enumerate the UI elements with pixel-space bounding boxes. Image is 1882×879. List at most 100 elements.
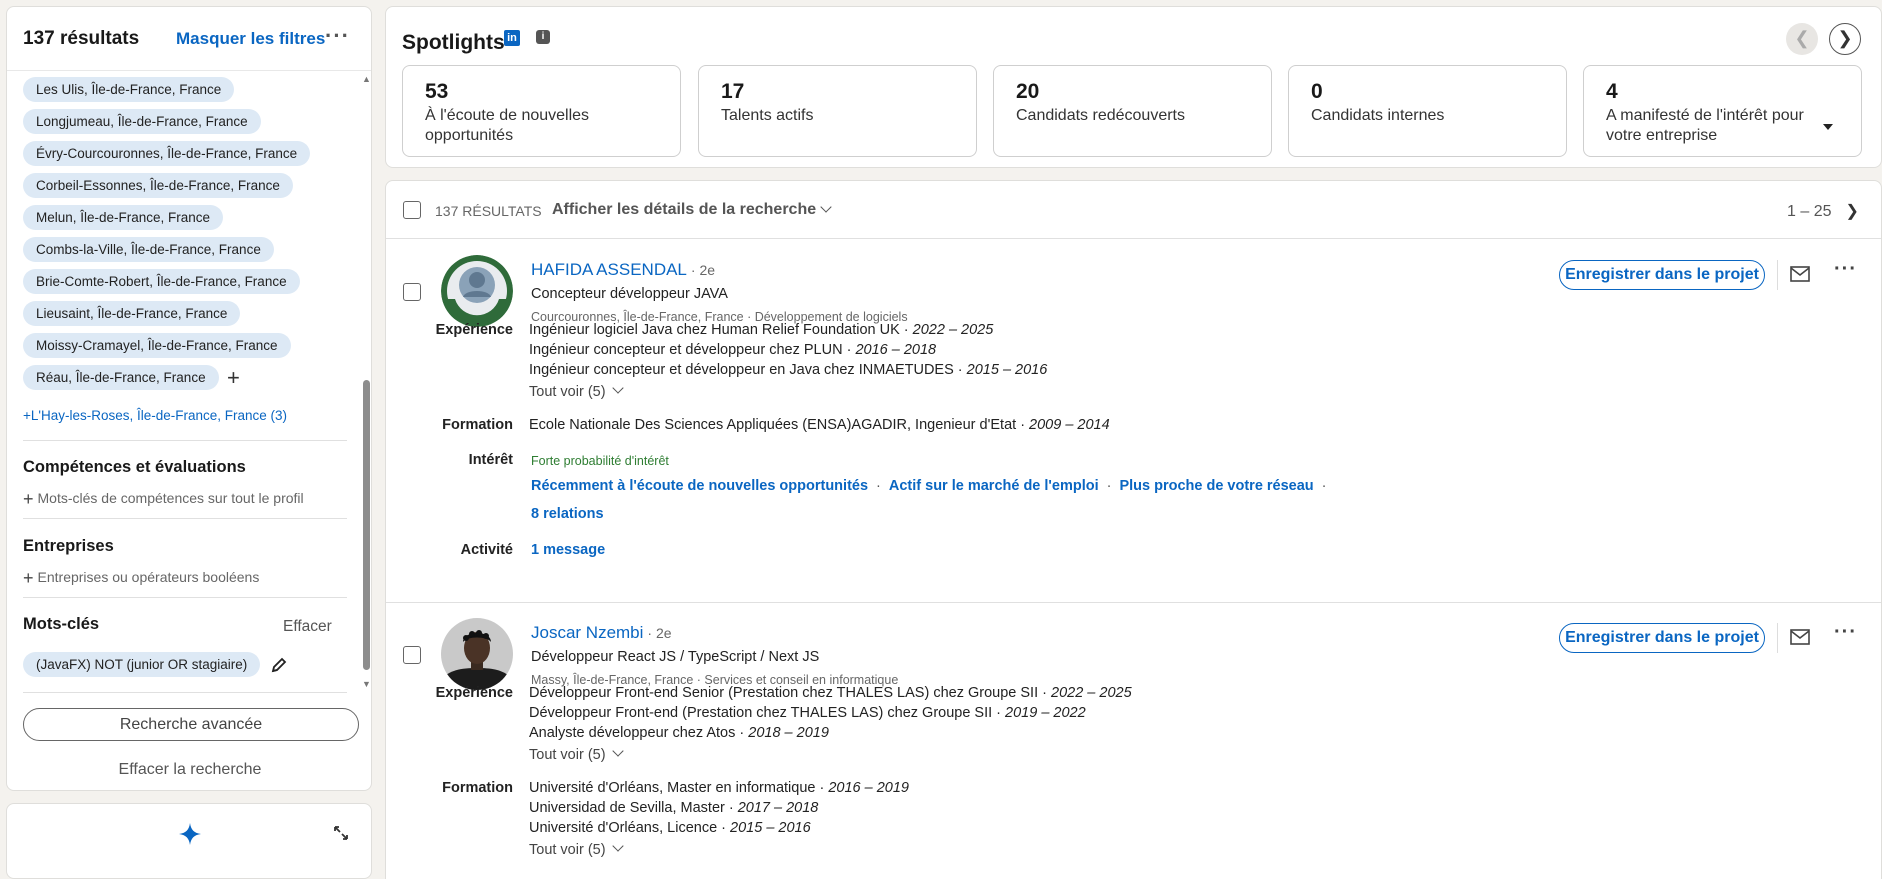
divider bbox=[23, 440, 347, 441]
spotlights-prev-button[interactable]: ❮ bbox=[1786, 23, 1818, 55]
avatar[interactable] bbox=[441, 255, 513, 327]
candidate-headline: Concepteur développeur JAVA bbox=[531, 286, 728, 302]
scroll-down-arrow-icon[interactable]: ▼ bbox=[362, 679, 371, 689]
candidate-name-text: HAFIDA ASSENDAL bbox=[531, 260, 687, 279]
location-pill[interactable]: Moissy-Cramayel, Île-de-France, France bbox=[23, 333, 291, 358]
avatar[interactable] bbox=[441, 618, 513, 690]
expand-icon[interactable] bbox=[333, 825, 349, 846]
ai-sparkle-icon[interactable] bbox=[179, 823, 201, 850]
education-text: Université d'Orléans, Master en informat… bbox=[529, 780, 829, 796]
caret-down-icon[interactable] bbox=[1823, 124, 1833, 130]
see-all-education-button[interactable]: Tout voir (5) bbox=[529, 840, 624, 858]
mail-icon[interactable] bbox=[1790, 629, 1810, 650]
candidate-more-menu[interactable]: ··· bbox=[1834, 621, 1857, 644]
education-years: 2016 – 2019 bbox=[828, 780, 909, 796]
connection-degree: · 2e bbox=[647, 625, 672, 641]
select-all-checkbox[interactable] bbox=[403, 201, 421, 219]
spotlight-card[interactable]: 17 Talents actifs bbox=[698, 65, 977, 157]
plus-icon: + bbox=[23, 489, 34, 509]
relations-link[interactable]: 8 relations bbox=[531, 506, 604, 522]
companies-add-field[interactable]: + Entreprises ou opérateurs booléens bbox=[23, 568, 259, 589]
candidate-name[interactable]: Joscar Nzembi · 2e bbox=[531, 623, 672, 643]
location-pill[interactable]: Combs-la-Ville, Île-de-France, France bbox=[23, 237, 274, 262]
more-locations-link[interactable]: +L'Hay-les-Roses, Île-de-France, France … bbox=[23, 408, 287, 423]
filters-more-menu[interactable]: ··· bbox=[325, 23, 350, 49]
divider bbox=[23, 597, 347, 598]
candidate-checkbox[interactable] bbox=[403, 283, 421, 301]
save-to-project-button[interactable]: Enregistrer dans le projet bbox=[1559, 623, 1765, 653]
experience-years: 2022 – 2025 bbox=[1051, 685, 1132, 701]
spotlight-card[interactable]: 4 A manifesté de l'intérêt pour votre en… bbox=[1583, 65, 1862, 157]
interest-label: Intérêt bbox=[468, 452, 513, 468]
pager: 1 – 25 ❯ bbox=[1787, 201, 1859, 221]
hide-filters-link[interactable]: Masquer les filtres bbox=[176, 29, 325, 49]
chevron-down-icon bbox=[820, 201, 832, 213]
spotlights-title: Spotlights bbox=[402, 31, 505, 54]
candidate-name[interactable]: HAFIDA ASSENDAL · 2e bbox=[531, 260, 715, 280]
interest-level: Forte probabilité d'intérêt bbox=[531, 454, 669, 468]
location-pill[interactable]: Melun, Île-de-France, France bbox=[23, 205, 224, 230]
candidate-card: HAFIDA ASSENDAL · 2e Concepteur développe… bbox=[386, 240, 1881, 602]
education-text: Université d'Orléans, Licence · bbox=[529, 820, 731, 836]
spotlight-count: 20 bbox=[1016, 80, 1040, 103]
education-years: 2017 – 2018 bbox=[737, 800, 819, 816]
experience-years: 2015 – 2016 bbox=[966, 362, 1048, 378]
add-location-plus-icon[interactable]: + bbox=[227, 367, 240, 389]
experience-line: Analyste développeur chez Atos · 2018 – … bbox=[529, 725, 829, 741]
keywords-section-title: Mots-clés bbox=[23, 615, 100, 633]
linkedin-logo-icon: in bbox=[504, 30, 520, 46]
location-pill[interactable]: Corbeil-Essonnes, Île-de-France, France bbox=[23, 173, 293, 198]
skills-add-field[interactable]: + Mots-clés de compétences sur tout le pr… bbox=[23, 489, 304, 510]
activity-label: Activité bbox=[460, 542, 513, 558]
interest-link[interactable]: Actif sur le marché de l'emploi bbox=[889, 478, 1099, 494]
experience-years: 2018 – 2019 bbox=[748, 725, 829, 741]
see-all-experience-button[interactable]: Tout voir (5) bbox=[529, 745, 624, 763]
filters-scrollbar[interactable]: ▲ ▼ bbox=[360, 72, 372, 694]
pager-next-button[interactable]: ❯ bbox=[1845, 203, 1858, 220]
connection-degree: · 2e bbox=[690, 262, 716, 278]
divider bbox=[1777, 260, 1778, 290]
location-pill[interactable]: Les Ulis, Île-de-France, France bbox=[23, 77, 235, 102]
results-panel: 137 RÉSULTATS Afficher les détails de la… bbox=[385, 180, 1882, 879]
edit-pencil-icon[interactable] bbox=[270, 656, 288, 674]
advanced-search-button[interactable]: Recherche avancée bbox=[23, 708, 359, 741]
scroll-up-arrow-icon[interactable]: ▲ bbox=[362, 74, 371, 84]
spotlights-next-button[interactable]: ❯ bbox=[1829, 23, 1861, 55]
spotlight-label: Talents actifs bbox=[721, 107, 814, 124]
candidate-headline: Développeur React JS / TypeScript / Next… bbox=[531, 649, 820, 665]
experience-text: Ingénieur concepteur et développeur en J… bbox=[529, 362, 967, 378]
spotlight-card[interactable]: 20 Candidats redécouverts bbox=[993, 65, 1272, 157]
divider bbox=[1777, 623, 1778, 653]
interest-link[interactable]: Plus proche de votre réseau bbox=[1119, 478, 1313, 494]
location-pill[interactable]: Lieusaint, Île-de-France, France bbox=[23, 301, 241, 326]
location-pill[interactable]: Évry-Courcouronnes, Île-de-France, Franc… bbox=[23, 141, 311, 166]
spotlight-card[interactable]: 53 À l'écoute de nouvelles opportunités bbox=[402, 65, 681, 157]
scrollbar-thumb[interactable] bbox=[363, 380, 370, 670]
experience-text: Développeur Front-end (Prestation chez T… bbox=[529, 705, 1006, 721]
save-to-project-button[interactable]: Enregistrer dans le projet bbox=[1559, 260, 1765, 290]
spotlight-card[interactable]: 0 Candidats internes bbox=[1288, 65, 1567, 157]
see-all-experience-button[interactable]: Tout voir (5) bbox=[529, 382, 624, 400]
experience-label: Expérience bbox=[435, 685, 513, 701]
education-text: Universidad de Sevilla, Master · bbox=[529, 800, 738, 816]
candidate-more-menu[interactable]: ··· bbox=[1834, 258, 1857, 281]
result-count: 137 résultats bbox=[23, 27, 140, 49]
experience-years: 2022 – 2025 bbox=[912, 322, 994, 338]
spotlight-count: 53 bbox=[425, 80, 449, 103]
location-pill[interactable]: Réau, Île-de-France, France bbox=[23, 365, 219, 390]
candidate-checkbox[interactable] bbox=[403, 646, 421, 664]
keywords-clear-button[interactable]: Effacer bbox=[283, 618, 332, 636]
activity-link[interactable]: 1 message bbox=[531, 542, 605, 558]
education-line: Université d'Orléans, Master en informat… bbox=[529, 780, 909, 796]
interest-link[interactable]: Récemment à l'écoute de nouvelles opport… bbox=[531, 478, 868, 494]
location-pill[interactable]: Longjumeau, Île-de-France, France bbox=[23, 109, 261, 134]
location-pill[interactable]: Brie-Comte-Robert, Île-de-France, France bbox=[23, 269, 300, 294]
info-icon[interactable]: i bbox=[536, 30, 550, 44]
experience-text: Analyste développeur chez Atos · bbox=[529, 725, 749, 741]
clear-search-button[interactable]: Effacer la recherche bbox=[7, 761, 373, 779]
chevron-down-icon bbox=[611, 840, 624, 852]
mail-icon[interactable] bbox=[1790, 266, 1810, 287]
keyword-pill[interactable]: (JavaFX) NOT (junior OR stagiaire) bbox=[23, 652, 261, 677]
search-details-toggle[interactable]: Afficher les détails de la recherche bbox=[552, 201, 832, 219]
filters-panel: 137 résultats Masquer les filtres ··· Le… bbox=[6, 6, 372, 791]
